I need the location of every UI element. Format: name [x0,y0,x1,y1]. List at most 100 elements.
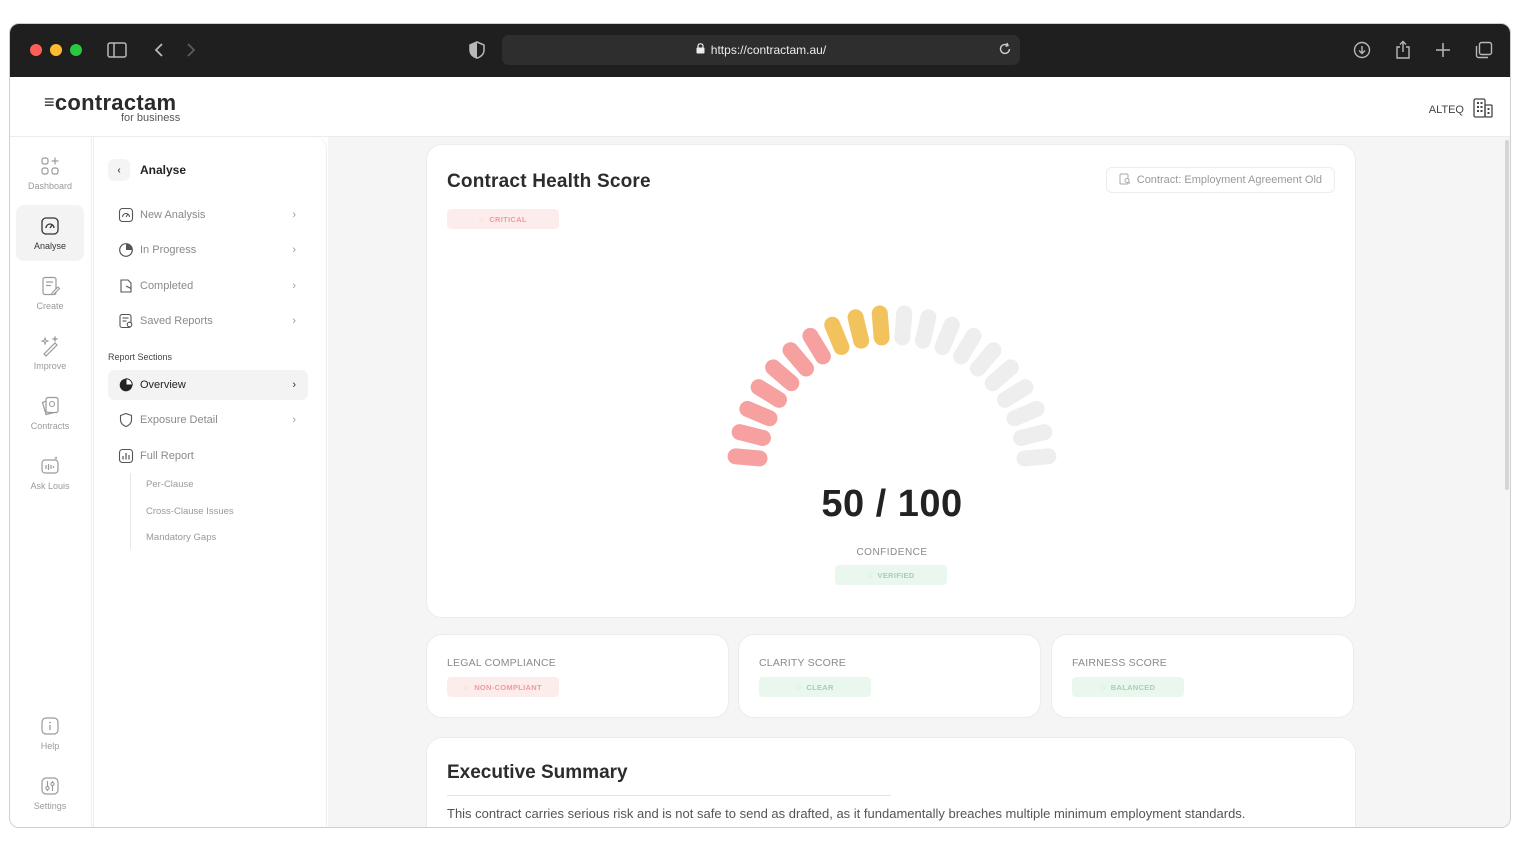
gauge-segment [1016,448,1057,467]
nav-item-in-progress[interactable]: In Progress › [108,235,308,265]
completed-icon [120,279,132,293]
ask-louis-icon [41,456,59,474]
share-icon[interactable] [1392,39,1414,61]
nav-item-label: Full Report [140,450,194,462]
gauge-segment [871,305,890,346]
rail-item-analyse[interactable]: Analyse [16,205,84,261]
url-text: https://contractam.au/ [710,43,827,57]
fairness-score-card: FAIRNESS SCORE ◌ BALANCED [1051,634,1354,718]
health-score-value: 50 / 100 [821,483,963,525]
chevron-right-icon: › [292,379,296,391]
tree-connector [130,473,131,549]
rail-item-help[interactable]: Help [16,705,84,761]
check-circle-icon: ◌ [796,682,802,692]
contract-name: Contract: Employment Agreement Old [1136,174,1322,186]
forward-arrow-icon[interactable] [180,39,202,61]
rail-item-settings[interactable]: Settings [16,765,84,821]
primary-rail: Dashboard Analyse Create Improve Contrac… [10,137,92,827]
confidence-label: CONFIDENCE [856,547,928,558]
summary-text: This contract carries serious risk and i… [447,806,1246,821]
settings-icon [41,777,59,795]
chevron-right-icon: › [292,244,296,256]
back-arrow-icon[interactable] [148,39,170,61]
chevron-right-icon: › [292,414,296,426]
nav-item-label: Completed [140,280,194,292]
tab-overview-icon[interactable] [1473,39,1495,61]
nav-item-completed[interactable]: Completed › [108,271,308,301]
health-score-gauge [727,305,1057,467]
logo-tagline: for business [121,112,181,124]
nav-item-saved-reports[interactable]: Saved Reports › [108,306,308,336]
bar-chart-icon [118,448,134,464]
minimize-window-button[interactable] [50,44,62,56]
rail-label: Analyse [33,241,67,251]
contract-selector[interactable]: Contract: Employment Agreement Old [1105,167,1335,193]
new-tab-icon[interactable] [1432,39,1454,61]
metric-label: CLARITY SCORE [759,657,847,669]
metric-badge-label: CLEAR [806,682,834,692]
report-sections-heading: Report Sections [108,352,173,362]
nav-item-overview[interactable]: Overview › [108,370,308,400]
metric-badge: ◌ CLEAR [759,677,871,697]
rail-label: Help [40,741,60,751]
check-circle-icon: ◌ [1100,682,1106,692]
page-scrollbar[interactable] [1505,140,1509,490]
help-icon [41,717,59,735]
rail-label: Settings [33,801,67,811]
nav-item-label: Overview [140,379,186,391]
saved-report-icon [119,313,133,329]
brand-logo[interactable]: ≡contractam for business [44,90,180,124]
document-search-icon [1119,173,1131,188]
nav-item-exposure-detail[interactable]: Exposure Detail › [108,405,308,435]
nav-item-label: Saved Reports [140,315,213,327]
nav-item-new-analysis[interactable]: New Analysis › [108,200,308,230]
nav-item-label: In Progress [140,244,197,256]
download-icon[interactable] [1351,39,1373,61]
nav-subitem-cross-clause-issues[interactable]: Cross-Clause Issues [146,506,234,517]
rail-label: Improve [33,361,67,371]
zoom-window-button[interactable] [70,44,82,56]
gauge-segment [847,309,870,349]
rail-item-contracts[interactable]: Contracts [16,385,84,441]
rail-item-ask-louis[interactable]: Ask Louis [16,445,84,501]
contract-health-card: Contract Health Score ◌ CRITICAL Contrac… [426,144,1356,618]
shield-icon [119,412,133,428]
alert-circle-icon: ◌ [464,682,470,692]
summary-divider [447,795,891,796]
address-bar[interactable]: https://contractam.au/ [502,35,1020,65]
metric-badge-label: BALANCED [1110,682,1156,692]
nav-item-full-report[interactable]: Full Report [108,441,308,471]
metric-badge: ◌ BALANCED [1072,677,1184,697]
browser-window: https://contractam.au/ ≡contractam for b… [9,23,1511,828]
check-circle-icon: ◌ [867,570,873,580]
sidebar-toggle-icon[interactable] [106,39,128,61]
reload-icon[interactable] [998,42,1012,59]
nav-subitem-mandatory-gaps[interactable]: Mandatory Gaps [146,532,216,543]
building-icon [1472,97,1494,122]
privacy-shield-icon[interactable] [466,39,488,61]
summary-title: Executive Summary [447,762,628,783]
metric-label: FAIRNESS SCORE [1072,657,1167,669]
rail-item-improve[interactable]: Improve [16,325,84,381]
chevron-right-icon: › [292,209,296,221]
metric-label: LEGAL COMPLIANCE [447,657,557,669]
contracts-icon [41,396,59,416]
rail-item-dashboard[interactable]: Dashboard [16,145,84,201]
close-window-button[interactable] [30,44,42,56]
pie-chart-icon [119,378,133,392]
gauge-segment [1013,424,1053,446]
rail-label: Create [36,301,64,311]
gauge-icon [118,207,134,223]
rail-label: Ask Louis [30,481,70,491]
chevron-right-icon: › [292,280,296,292]
status-badge-label: CRITICAL [489,214,527,224]
rail-item-create[interactable]: Create [16,265,84,321]
gauge-segment [727,448,768,467]
health-card-title: Contract Health Score [447,171,651,192]
subnav-back-button[interactable]: ‹ [108,159,130,181]
organisation-switcher[interactable]: ALTEQ [1429,97,1494,122]
gauge-segment [914,309,937,349]
org-name: ALTEQ [1428,103,1464,116]
nav-subitem-per-clause[interactable]: Per-Clause [146,479,194,490]
analyse-subnav: ‹ Analyse New Analysis › In Progress › C… [93,137,327,827]
